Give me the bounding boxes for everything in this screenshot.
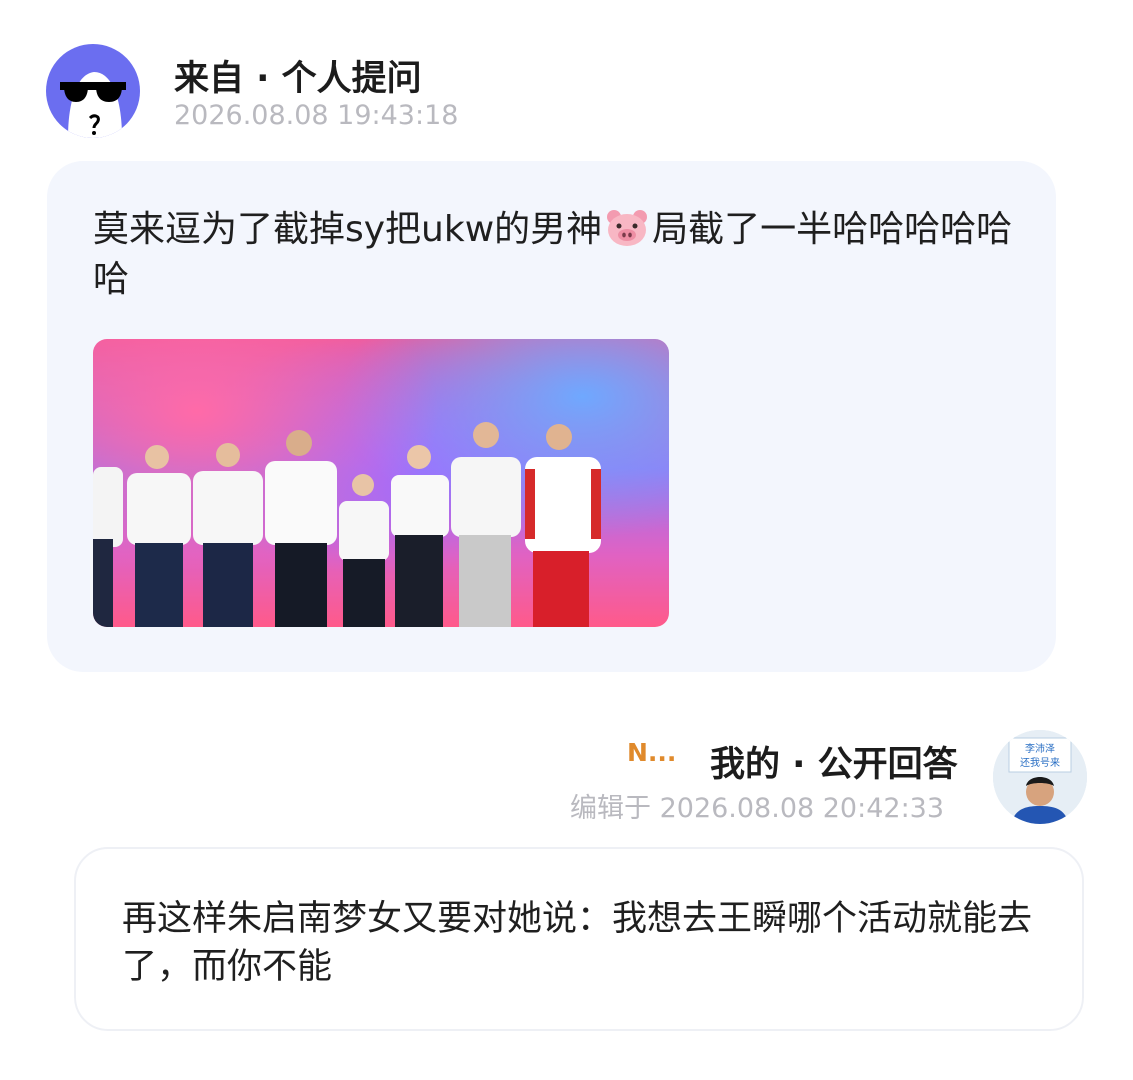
question-text-part1: 莫来逗为了截掉sy把ukw的男神 <box>93 209 603 250</box>
avatar-sign-line1: 李沛泽 <box>1025 742 1055 755</box>
group-photo-image <box>93 422 601 627</box>
answer-source-title: 我的 · 公开回答 <box>710 745 958 785</box>
answerer-name[interactable]: N... <box>627 738 676 767</box>
answer-bubble: 再这样朱启南梦女又要对她说：我想去王瞬哪个活动就能去了，而你不能 <box>74 847 1084 1031</box>
pig-face-icon <box>607 210 648 246</box>
asker-avatar[interactable] <box>46 44 140 138</box>
question-text: 莫来逗为了截掉sy把ukw的男神 局截了一半哈哈哈哈哈哈 <box>93 205 1023 305</box>
question-source-title: 来自 · 个人提问 <box>174 59 422 99</box>
answer-timestamp: 编辑于 2026.08.08 20:42:33 <box>570 793 945 824</box>
question-photo[interactable] <box>93 339 669 627</box>
answer-text: 再这样朱启南梦女又要对她说：我想去王瞬哪个活动就能去了，而你不能 <box>122 899 1033 987</box>
avatar-image: 李沛泽 还我号来 <box>993 730 1087 824</box>
question-timestamp: 2026.08.08 19:43:18 <box>174 100 459 131</box>
sunglasses-face-icon <box>60 72 126 138</box>
question-bubble: 莫来逗为了截掉sy把ukw的男神 局截了一半哈哈哈哈哈哈 <box>47 161 1056 672</box>
avatar-sign-line2: 还我号来 <box>1020 757 1060 769</box>
answerer-avatar[interactable]: 李沛泽 还我号来 <box>993 730 1087 824</box>
